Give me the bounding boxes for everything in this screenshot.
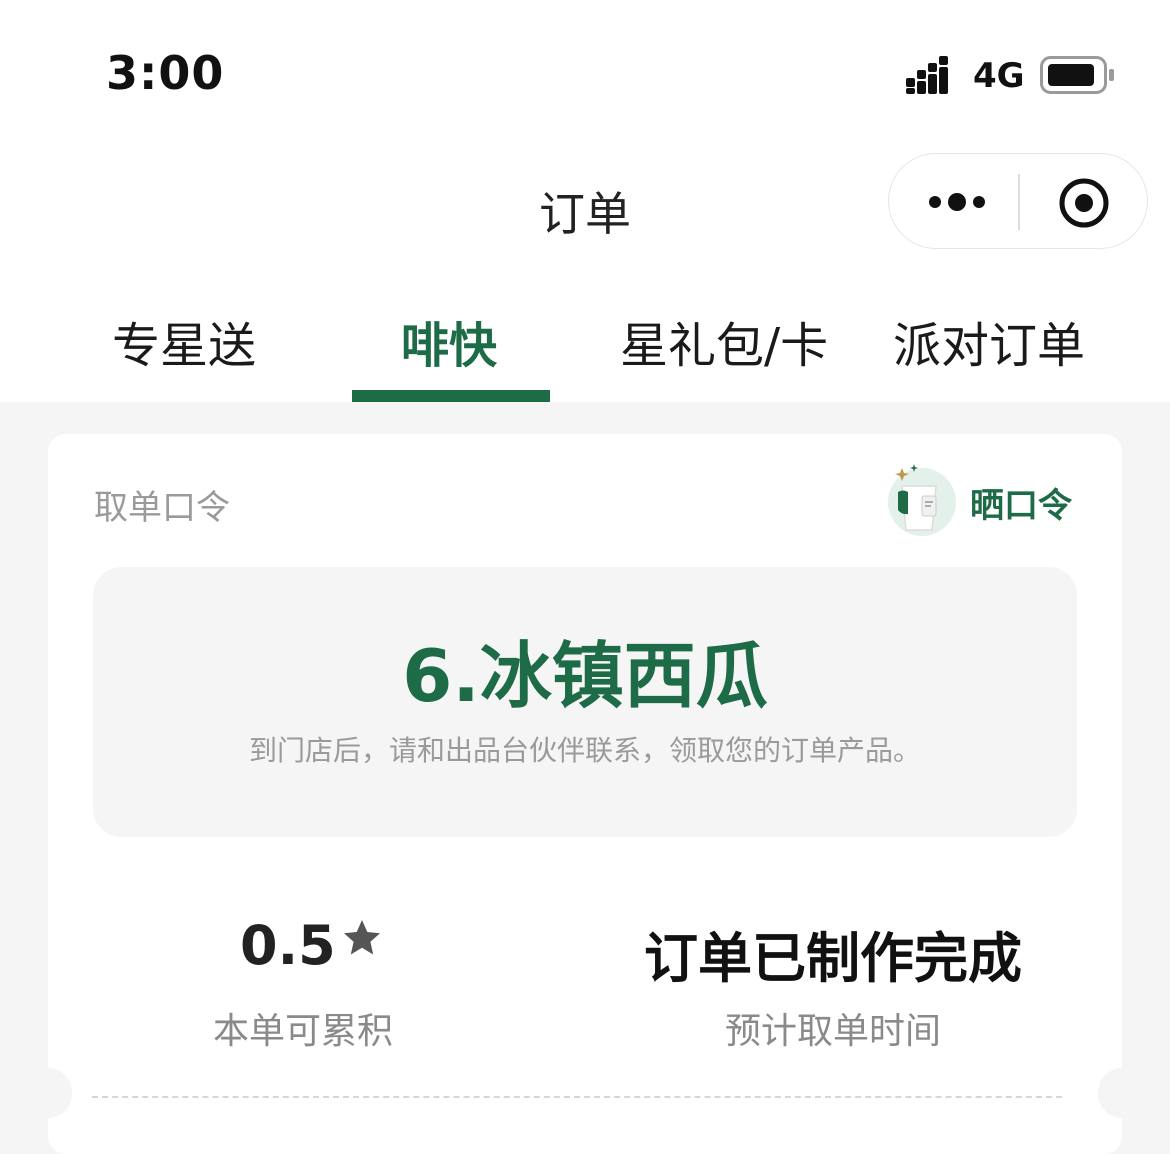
stars-earned-value: 0.5	[240, 914, 336, 977]
dashed-divider	[92, 1096, 1062, 1098]
stars-earned: 0.5	[240, 914, 382, 977]
pickup-hint: 到门店后，请和出品台伙伴联系，领取您的订单产品。	[248, 734, 921, 767]
tab-quick-pickup[interactable]: 啡快	[401, 306, 497, 376]
order-card: 取单口令 晒口令 6.冰镇西瓜 到门店后，请和出品台伙伴联系，领取您的订单产品。…	[48, 434, 1122, 1154]
cellular-signal-icon	[906, 56, 948, 94]
pickup-code: 6.冰镇西瓜	[402, 634, 768, 718]
share-cup-icon[interactable]	[884, 462, 960, 538]
pickup-code-box: 6.冰镇西瓜 到门店后，请和出品台伙伴联系，领取您的订单产品。	[93, 567, 1077, 837]
star-icon	[343, 920, 380, 955]
mini-program-close-icon[interactable]	[1057, 176, 1111, 230]
tab-party-orders[interactable]: 派对订单	[893, 306, 1085, 376]
active-tab-indicator	[352, 390, 550, 402]
tab-gift-cards[interactable]: 星礼包/卡	[620, 306, 828, 376]
order-status: 订单已制作完成	[644, 927, 1022, 990]
mini-program-capsule	[888, 153, 1148, 249]
capsule-divider	[1018, 174, 1020, 230]
status-time: 3:00	[106, 46, 225, 100]
pickup-code-label: 取单口令	[94, 488, 230, 528]
header: 3:00 4G 订单 专星送 啡快 星礼包/卡 派对订单	[0, 0, 1170, 402]
tab-delivery[interactable]: 专星送	[112, 306, 256, 376]
stars-earned-label: 本单可累积	[213, 1011, 394, 1052]
network-type: 4G	[973, 56, 1025, 96]
page-title: 订单	[539, 187, 631, 241]
order-status-label: 预计取单时间	[724, 1011, 941, 1052]
more-dots-icon[interactable]	[927, 188, 991, 216]
battery-icon	[1040, 56, 1114, 94]
share-code-button[interactable]: 晒口令	[970, 478, 1072, 527]
